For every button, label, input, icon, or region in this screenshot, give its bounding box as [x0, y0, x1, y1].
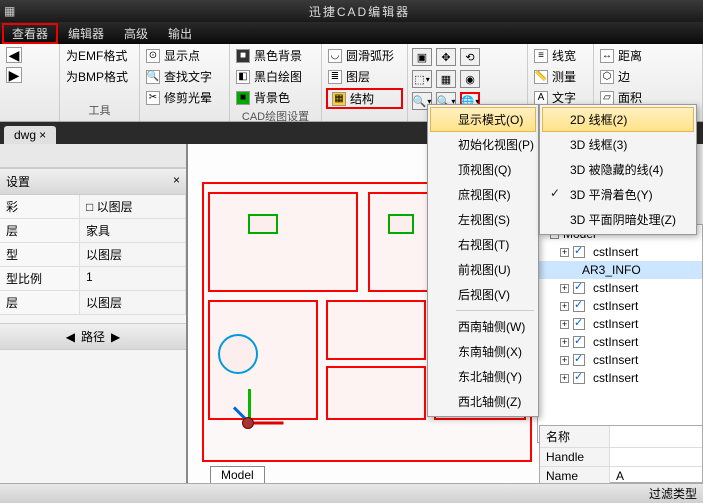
submenu-3d-smooth[interactable]: ✓3D 平滑着色(Y): [542, 182, 694, 207]
tree-item-selected[interactable]: AR3_INFO: [538, 261, 702, 279]
find-text-button[interactable]: 🔍查找文字: [144, 67, 225, 86]
submenu-2d-wire[interactable]: 2D 线框(2): [542, 107, 694, 132]
menu-bar: 查看器 编辑器 高级 输出: [0, 22, 703, 44]
menu-se-iso[interactable]: 东南轴侧(X): [430, 339, 536, 364]
prop-row[interactable]: 名称: [540, 426, 702, 448]
structure-tree: −Model +cstInsert AR3_INFO +cstInsert +c…: [537, 224, 703, 443]
submenu-3d-wire[interactable]: 3D 线框(3): [542, 132, 694, 157]
close-icon[interactable]: ×: [39, 128, 46, 142]
tree-item[interactable]: +cstInsert: [538, 243, 702, 261]
black-bg-button[interactable]: ■黑色背景: [234, 46, 317, 65]
view-context-menu: 显示模式(O)▸ 初始化视图(P) 顶视图(Q) 庶视图(R) 左视图(S) 右…: [427, 104, 539, 417]
lineweight-button[interactable]: ≡线宽: [532, 46, 589, 65]
menu-front-view[interactable]: 前视图(U): [430, 257, 536, 282]
tree-item[interactable]: +cstInsert: [538, 351, 702, 369]
menu-editor[interactable]: 编辑器: [58, 23, 114, 44]
menu-advanced[interactable]: 高级: [114, 23, 158, 44]
check-icon: ✓: [550, 186, 560, 200]
ribbon-group-find: ⊙显示点 🔍查找文字 ✂修剪光晕: [140, 44, 230, 121]
menu-ne-iso[interactable]: 东北轴侧(Y): [430, 364, 536, 389]
prop-row[interactable]: 层以图层: [0, 291, 186, 315]
tree-item[interactable]: +cstInsert: [538, 315, 702, 333]
prop-row[interactable]: Handle: [540, 448, 702, 467]
ribbon-group-label: CAD绘图设置: [234, 107, 317, 125]
display-mode-submenu: 2D 线框(2) 3D 线框(3) 3D 被隐藏的线(4) ✓3D 平滑着色(Y…: [539, 104, 697, 235]
nav-fwd-button[interactable]: ▶: [4, 66, 55, 84]
submenu-3d-hidden[interactable]: 3D 被隐藏的线(4): [542, 157, 694, 182]
menu-output[interactable]: 输出: [158, 23, 202, 44]
menu-back-view[interactable]: 后视图(V): [430, 282, 536, 307]
menu-separator: [456, 310, 534, 311]
right-arrow-icon[interactable]: ▶: [111, 330, 120, 344]
ribbon-group-drawset: ■黑色背景 ◧黑白绘图 ■背景色 CAD绘图设置: [230, 44, 322, 121]
path-header: ◀ 路径 ▶: [0, 324, 186, 350]
model-space-tab[interactable]: Model: [210, 466, 265, 483]
left-panel: 设置× 彩□ 以图层 层家具 型以图层 型比例1 层以图层 ◀ 路径 ▶: [0, 144, 188, 483]
tree-item[interactable]: +cstInsert: [538, 297, 702, 315]
smooth-arc-button[interactable]: ◡圆滑弧形: [326, 46, 403, 65]
close-icon[interactable]: ×: [173, 173, 180, 190]
ribbon-group-layer: ◡圆滑弧形 ≣图层 ▦结构: [322, 44, 408, 121]
show-points-button[interactable]: ⊙显示点: [144, 46, 225, 65]
zoom-select-icon[interactable]: ⬚: [412, 70, 432, 88]
filter-label[interactable]: 过滤类型: [649, 485, 697, 502]
object-properties: 名称 Handle NameA: [539, 425, 703, 483]
orbit-icon[interactable]: ⟲: [460, 48, 480, 66]
ribbon-group-label: [4, 117, 55, 119]
export-bmp-button[interactable]: 为BMP格式: [64, 67, 135, 86]
layers-button[interactable]: ≣图层: [326, 67, 403, 86]
zoom-fit-icon[interactable]: ▣: [412, 48, 432, 66]
structure-button[interactable]: ▦结构: [326, 88, 403, 109]
menu-bottom-view[interactable]: 庶视图(R): [430, 182, 536, 207]
status-bar: 过滤类型: [0, 483, 703, 503]
file-tab[interactable]: dwg ×: [4, 126, 56, 144]
left-arrow-icon[interactable]: ◀: [66, 330, 75, 344]
distance-button[interactable]: ↔距离: [598, 46, 698, 65]
bg-color-button[interactable]: ■背景色: [234, 88, 317, 107]
menu-left-view[interactable]: 左视图(S): [430, 207, 536, 232]
prop-row[interactable]: 层家具: [0, 219, 186, 243]
export-emf-button[interactable]: 为EMF格式: [64, 46, 135, 65]
measure-button[interactable]: 📏测量: [532, 67, 589, 86]
tree-item[interactable]: +cstInsert: [538, 279, 702, 297]
properties-grid: 设置× 彩□ 以图层 层家具 型以图层 型比例1 层以图层: [0, 168, 186, 315]
ribbon-group-nav: ◀ ▶: [0, 44, 60, 121]
submenu-3d-flat[interactable]: 3D 平面阴暗处理(Z): [542, 207, 694, 232]
tree-item[interactable]: +cstInsert: [538, 333, 702, 351]
title-bar: ▦ 迅捷CAD编辑器: [0, 0, 703, 22]
menu-init-view[interactable]: 初始化视图(P): [430, 132, 536, 157]
edge-button[interactable]: ⬡边: [598, 67, 698, 86]
menu-nw-iso[interactable]: 西北轴侧(Z): [430, 389, 536, 414]
prop-row[interactable]: 型以图层: [0, 243, 186, 267]
menu-sw-iso[interactable]: 西南轴侧(W): [430, 314, 536, 339]
prop-row[interactable]: 彩□ 以图层: [0, 195, 186, 219]
app-title: 迅捷CAD编辑器: [20, 3, 699, 20]
trim-halo-button[interactable]: ✂修剪光晕: [144, 88, 225, 107]
ribbon-group-label: 工具: [64, 101, 135, 119]
menu-right-view[interactable]: 右视图(T): [430, 232, 536, 257]
menu-top-view[interactable]: 顶视图(Q): [430, 157, 536, 182]
menu-viewer[interactable]: 查看器: [2, 23, 58, 44]
props-header: 设置×: [0, 169, 186, 195]
view-icon[interactable]: ◉: [460, 70, 480, 88]
zoom-window-icon[interactable]: ▦: [436, 70, 456, 88]
menu-display-mode[interactable]: 显示模式(O)▸: [430, 107, 536, 132]
panel-placeholder: [0, 144, 186, 168]
path-panel: ◀ 路径 ▶: [0, 323, 186, 350]
pan-icon[interactable]: ✥: [436, 48, 456, 66]
nav-back-button[interactable]: ◀: [4, 46, 55, 64]
window-icon: ▦: [4, 4, 20, 18]
ribbon-group-export: 为EMF格式 为BMP格式 工具: [60, 44, 140, 121]
tree-item[interactable]: +cstInsert: [538, 369, 702, 387]
prop-row[interactable]: 型比例1: [0, 267, 186, 291]
bw-draw-button[interactable]: ◧黑白绘图: [234, 67, 317, 86]
